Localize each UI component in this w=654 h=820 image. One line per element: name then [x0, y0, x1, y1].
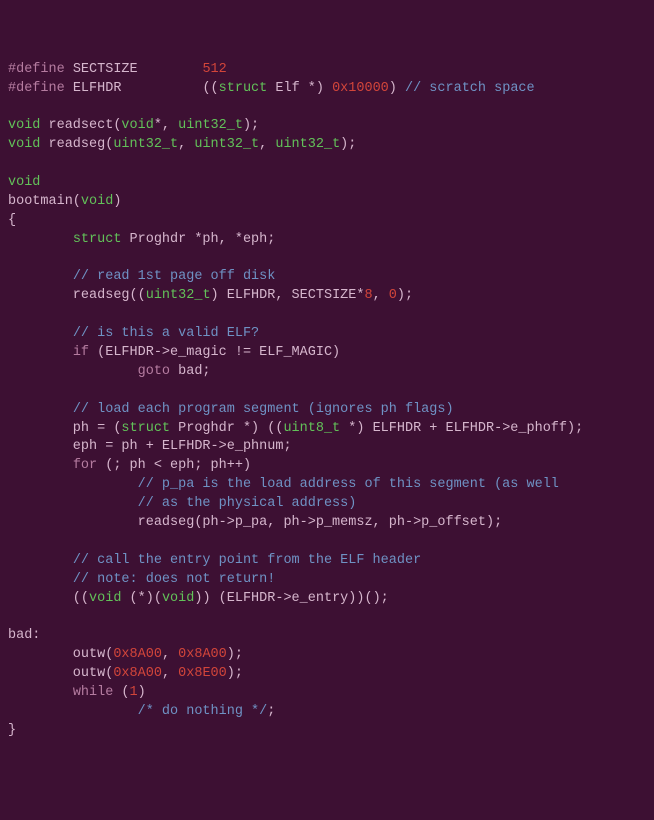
token-id — [8, 402, 73, 417]
token-kw: goto — [138, 364, 170, 379]
token-id: ); — [227, 647, 243, 662]
token-id: Proghdr *ph, *eph; — [121, 232, 275, 247]
token-id: , — [259, 137, 275, 152]
token-id: , — [178, 137, 194, 152]
token-num: 0 — [389, 288, 397, 303]
token-id: *) ELFHDR + ELFHDR->e_phoff); — [340, 421, 583, 436]
token-id: ); — [397, 288, 413, 303]
token-id — [8, 685, 73, 700]
token-id: bad: — [8, 628, 40, 643]
token-id: ELFHDR (( — [65, 81, 219, 96]
token-id: readsect( — [40, 118, 121, 133]
token-type: void — [89, 591, 121, 606]
token-id: } — [8, 723, 16, 738]
token-id: SECTSIZE — [65, 62, 203, 77]
token-id — [8, 572, 73, 587]
token-id: , — [162, 647, 178, 662]
token-id: readseg( — [40, 137, 113, 152]
token-num: 512 — [202, 62, 226, 77]
token-id: (*)( — [121, 591, 162, 606]
token-id: ph = ( — [8, 421, 121, 436]
token-cm: // is this a valid ELF? — [73, 326, 259, 341]
token-type: uint8_t — [283, 421, 340, 436]
token-id — [8, 364, 138, 379]
token-id — [8, 553, 73, 568]
token-id: readseg(( — [8, 288, 146, 303]
token-type: uint32_t — [113, 137, 178, 152]
token-id: Elf *) — [267, 81, 332, 96]
token-id — [8, 232, 73, 247]
token-type: void — [121, 118, 153, 133]
token-cm: /* do nothing */ — [138, 704, 268, 719]
token-id — [8, 326, 73, 341]
token-id — [8, 458, 73, 473]
token-id: { — [8, 213, 16, 228]
token-id — [8, 345, 73, 360]
token-id — [8, 704, 138, 719]
token-type: void — [8, 175, 40, 190]
token-num: 0x8A00 — [178, 647, 227, 662]
token-id: outw( — [8, 647, 113, 662]
token-id — [8, 477, 138, 492]
token-id: ); — [340, 137, 356, 152]
token-id: (( — [8, 591, 89, 606]
token-id: )) (ELFHDR->e_entry))(); — [194, 591, 388, 606]
token-num: 0x8A00 — [113, 666, 162, 681]
token-id: , — [162, 666, 178, 681]
token-cm: // note: does not return! — [73, 572, 276, 587]
token-cm: // as the physical address) — [138, 496, 357, 511]
token-type: struct — [219, 81, 268, 96]
token-id: ) — [389, 81, 405, 96]
token-id: ) ELFHDR, SECTSIZE* — [211, 288, 365, 303]
token-id: outw( — [8, 666, 113, 681]
token-cm: // scratch space — [405, 81, 535, 96]
token-type: struct — [73, 232, 122, 247]
token-kw: for — [73, 458, 97, 473]
token-type: uint32_t — [146, 288, 211, 303]
token-cm: // load each program segment (ignores ph… — [73, 402, 454, 417]
token-type: uint32_t — [178, 118, 243, 133]
token-id: ) — [138, 685, 146, 700]
token-id: ( — [113, 685, 129, 700]
token-kw: while — [73, 685, 114, 700]
token-id: ); — [227, 666, 243, 681]
token-id: , — [373, 288, 389, 303]
token-cm: // read 1st page off disk — [73, 269, 276, 284]
code-block: #define SECTSIZE 512 #define ELFHDR ((st… — [8, 61, 646, 741]
token-num: 0x8A00 — [113, 647, 162, 662]
token-id: readseg(ph->p_pa, ph->p_memsz, ph->p_off… — [8, 515, 502, 530]
token-kw: #define — [8, 62, 65, 77]
token-type: void — [8, 137, 40, 152]
token-id: *, — [154, 118, 178, 133]
token-type: uint32_t — [275, 137, 340, 152]
token-id: Proghdr *) (( — [170, 421, 283, 436]
token-id: ; — [267, 704, 275, 719]
token-type: struct — [121, 421, 170, 436]
token-num: 0x8E00 — [178, 666, 227, 681]
token-id: eph = ph + ELFHDR->e_phnum; — [8, 439, 292, 454]
token-num: 8 — [364, 288, 372, 303]
token-id: ); — [243, 118, 259, 133]
token-cm: // call the entry point from the ELF hea… — [73, 553, 421, 568]
token-cm: // p_pa is the load address of this segm… — [138, 477, 559, 492]
token-id: bad; — [170, 364, 211, 379]
token-type: void — [81, 194, 113, 209]
token-id: (ELFHDR->e_magic != ELF_MAGIC) — [89, 345, 340, 360]
token-kw: #define — [8, 81, 65, 96]
token-id — [8, 496, 138, 511]
token-kw: if — [73, 345, 89, 360]
token-num: 0x10000 — [332, 81, 389, 96]
token-type: uint32_t — [194, 137, 259, 152]
token-id: ) — [113, 194, 121, 209]
token-type: void — [8, 118, 40, 133]
token-type: void — [162, 591, 194, 606]
token-num: 1 — [130, 685, 138, 700]
token-id — [8, 269, 73, 284]
token-id: (; ph < eph; ph++) — [97, 458, 251, 473]
token-id: bootmain( — [8, 194, 81, 209]
